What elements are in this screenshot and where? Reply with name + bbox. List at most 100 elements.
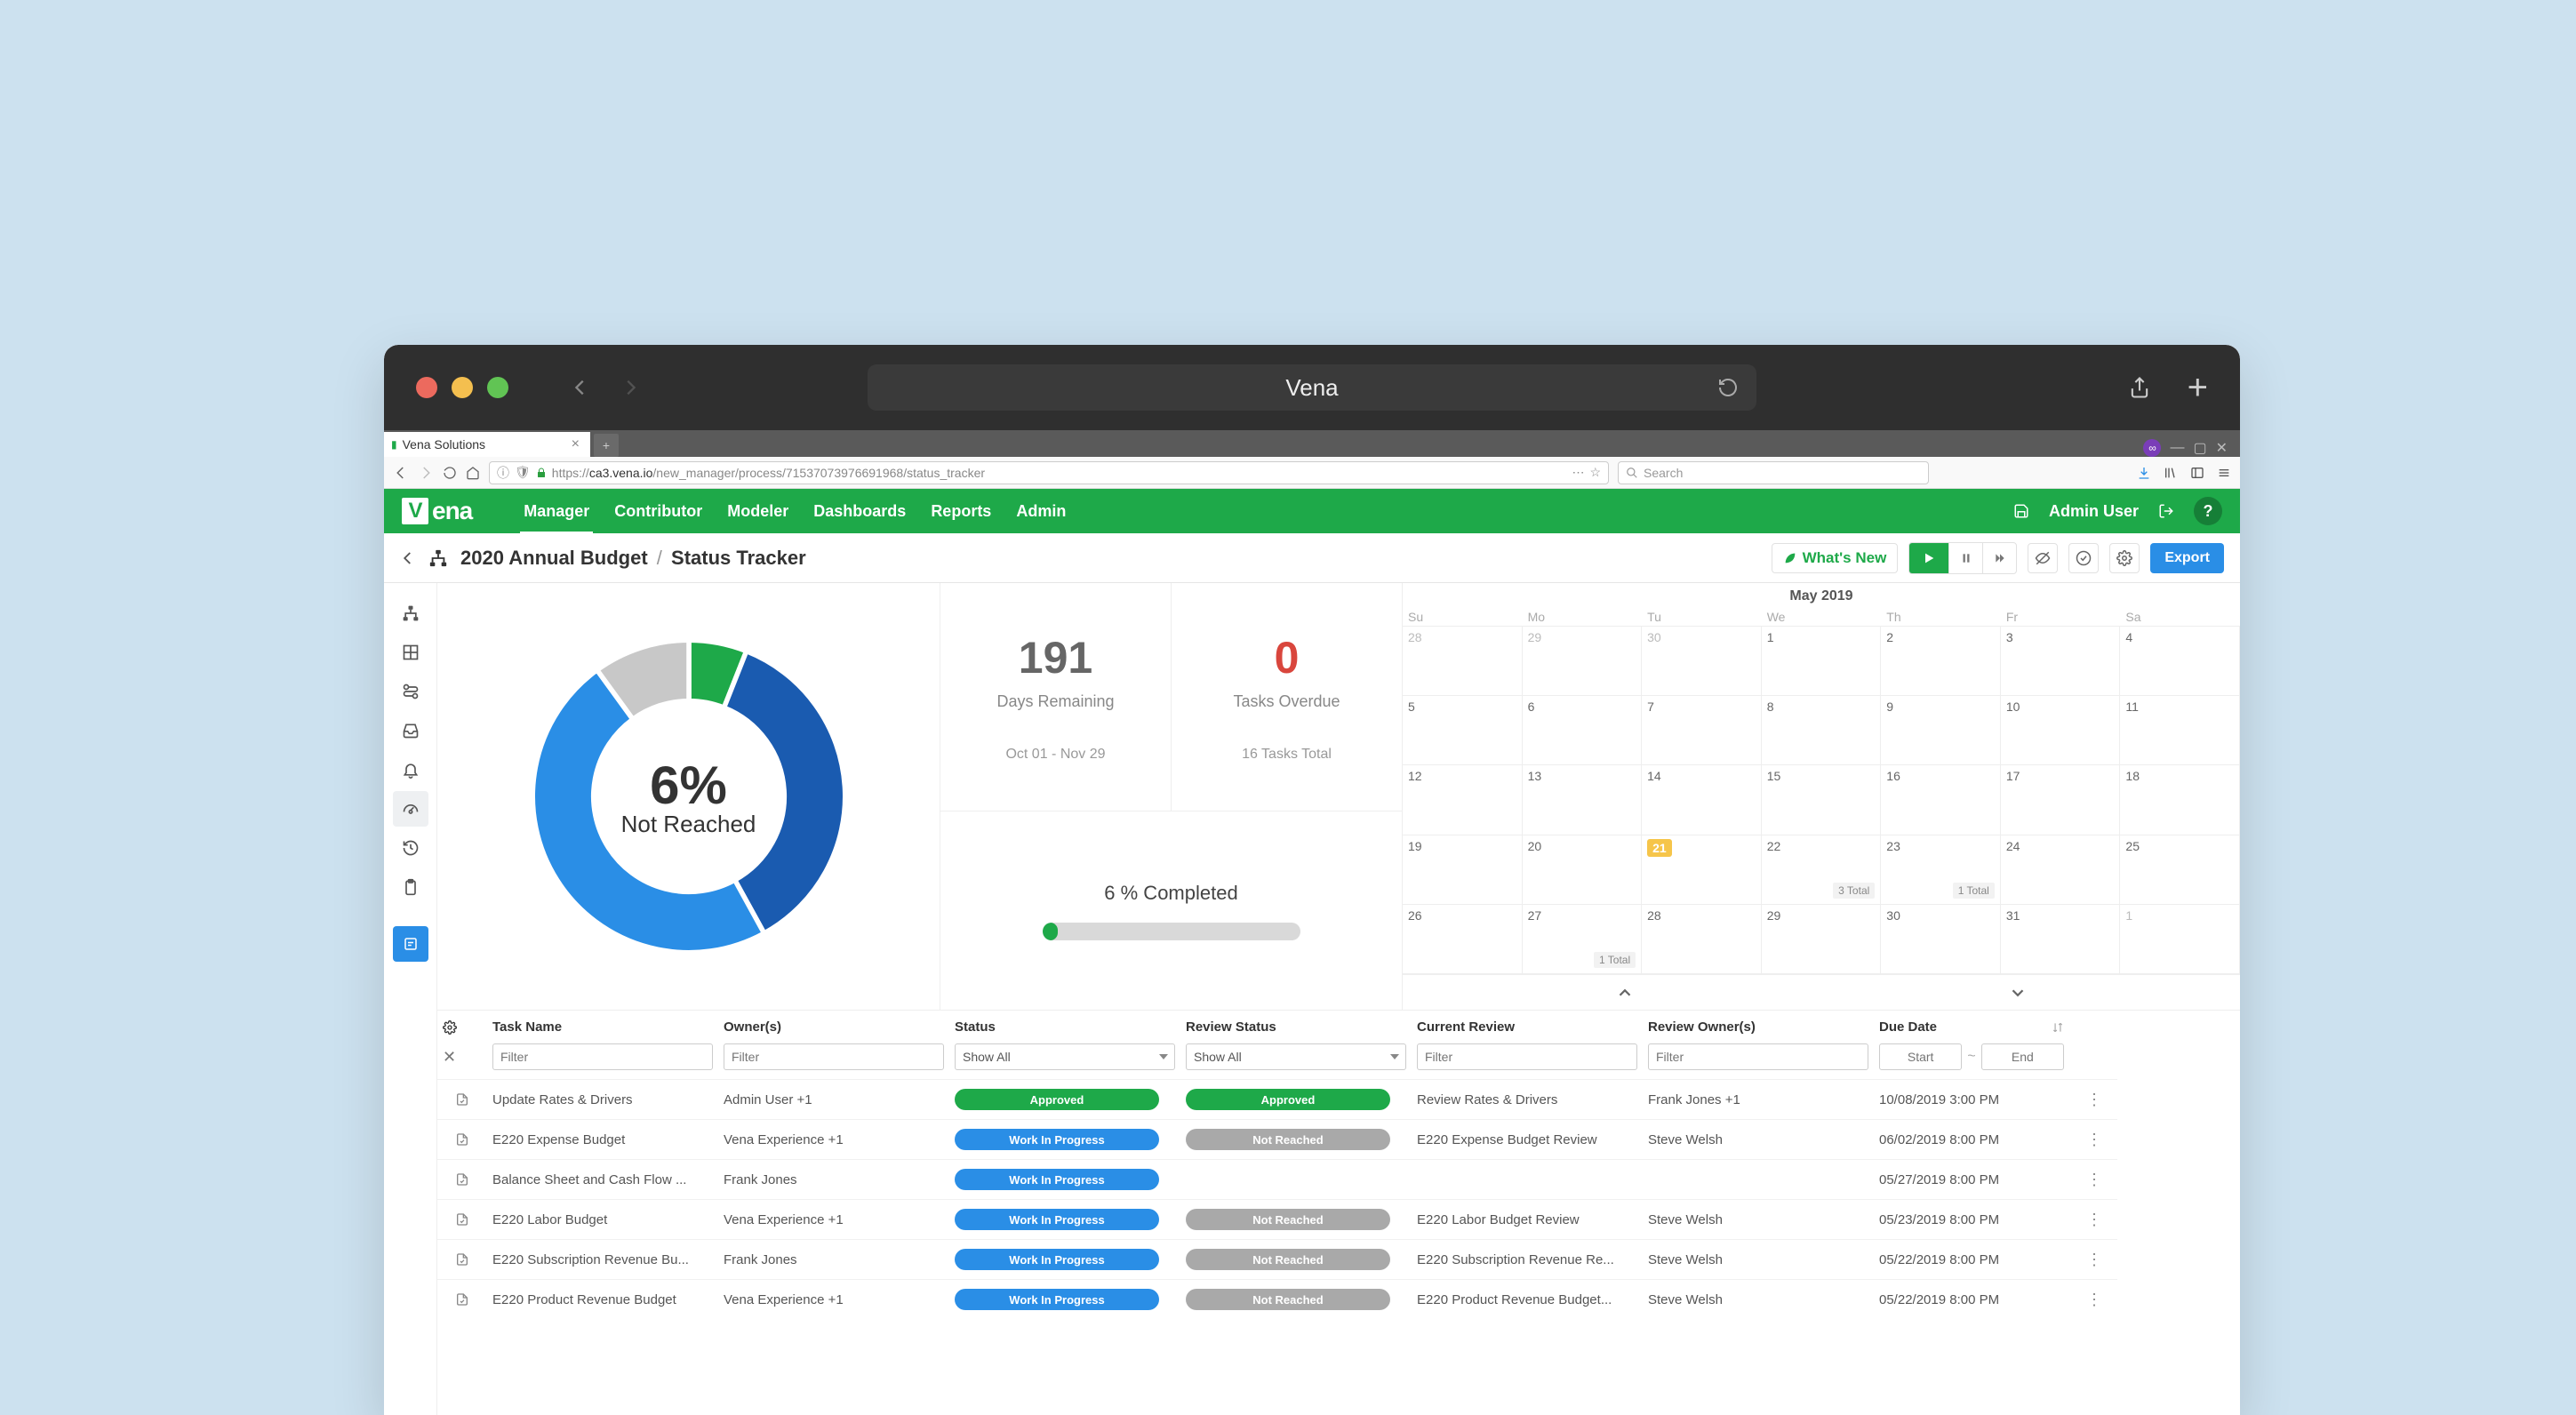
url-input[interactable]: ⓘ 🛡 https://ca3.vena.io/new_manager/proc…	[489, 461, 1609, 484]
sidebar-item-gauge[interactable]	[393, 791, 428, 827]
skip-button[interactable]	[1982, 543, 2016, 573]
calendar-cell[interactable]: 271 Total	[1523, 905, 1643, 974]
whats-new-button[interactable]: What's New	[1772, 543, 1899, 573]
logout-icon[interactable]	[2158, 503, 2174, 519]
url-more-icon[interactable]: ⋯	[1572, 465, 1584, 480]
row-actions[interactable]: ⋮	[2069, 1079, 2117, 1119]
calendar-total-badge[interactable]: 3 Total	[1833, 883, 1875, 899]
visibility-icon[interactable]	[2028, 543, 2058, 573]
column-header-current-review[interactable]: Current Review	[1412, 1011, 1643, 1043]
history-back-icon[interactable]	[571, 375, 590, 400]
info-icon[interactable]: ⓘ	[497, 464, 509, 482]
filter-review-status-select[interactable]: Show All	[1186, 1043, 1406, 1070]
calendar-cell[interactable]: 26	[1403, 905, 1523, 974]
app-logo[interactable]: Vena	[402, 497, 472, 525]
calendar-cell[interactable]: 29	[1762, 905, 1882, 974]
row-actions[interactable]: ⋮	[2069, 1199, 2117, 1239]
sidebar-item-grid[interactable]	[393, 635, 428, 670]
calendar-cell[interactable]: 10	[2001, 696, 2121, 765]
sidebar-item-hierarchy[interactable]	[393, 596, 428, 631]
calendar-cell[interactable]: 31	[2001, 905, 2121, 974]
filter-current-review-input[interactable]	[1417, 1043, 1637, 1070]
calendar-next-icon[interactable]	[2008, 983, 2028, 1003]
calendar-cell[interactable]: 20	[1523, 835, 1643, 905]
filter-due-end-input[interactable]	[1981, 1043, 2064, 1070]
column-header-due[interactable]: Due Date	[1874, 1011, 2069, 1043]
row-actions-icon[interactable]: ⋮	[2086, 1171, 2100, 1189]
table-gear-icon[interactable]	[437, 1011, 487, 1043]
row-actions-icon[interactable]: ⋮	[2086, 1091, 2100, 1109]
calendar-cell[interactable]: 14	[1642, 765, 1762, 835]
row-actions[interactable]: ⋮	[2069, 1119, 2117, 1159]
row-actions[interactable]: ⋮	[2069, 1239, 2117, 1279]
row-actions-icon[interactable]: ⋮	[2086, 1251, 2100, 1269]
play-button[interactable]	[1909, 543, 1948, 573]
filter-review-owner-input[interactable]	[1648, 1043, 1868, 1070]
help-icon[interactable]: ?	[2194, 497, 2222, 525]
calendar-cell[interactable]: 19	[1403, 835, 1523, 905]
nav-item-contributor[interactable]: Contributor	[614, 490, 702, 533]
calendar-cell[interactable]: 3	[2001, 627, 2121, 696]
browser-tab[interactable]: ▮ Vena Solutions ×	[384, 432, 590, 457]
column-header-review-owner[interactable]: Review Owner(s)	[1643, 1011, 1874, 1043]
pause-button[interactable]	[1948, 543, 1982, 573]
gear-icon[interactable]	[2109, 543, 2140, 573]
calendar-cell[interactable]: 4	[2120, 627, 2240, 696]
sort-icon[interactable]	[2052, 1021, 2064, 1034]
calendar-cell[interactable]: 21	[1642, 835, 1762, 905]
column-header-status[interactable]: Status	[949, 1011, 1180, 1043]
row-actions-icon[interactable]: ⋮	[2086, 1211, 2100, 1229]
breadcrumb-root[interactable]: 2020 Annual Budget	[460, 547, 648, 569]
sidebar-item-history[interactable]	[393, 830, 428, 866]
window-close[interactable]	[416, 377, 437, 398]
calendar-prev-icon[interactable]	[1615, 983, 1635, 1003]
sidebar-item-inbox[interactable]	[393, 713, 428, 748]
calendar-cell[interactable]: 28	[1642, 905, 1762, 974]
window-maximize[interactable]	[487, 377, 508, 398]
new-tab-icon[interactable]: +	[2188, 370, 2208, 405]
sidebar-browser-icon[interactable]	[2190, 466, 2204, 480]
calendar-cell[interactable]: 24	[2001, 835, 2121, 905]
row-actions[interactable]: ⋮	[2069, 1159, 2117, 1199]
nav-item-dashboards[interactable]: Dashboards	[813, 490, 906, 533]
export-button[interactable]: Export	[2150, 543, 2224, 573]
calendar-cell[interactable]: 6	[1523, 696, 1643, 765]
calendar-cell[interactable]: 8	[1762, 696, 1882, 765]
row-actions[interactable]: ⋮	[2069, 1279, 2117, 1319]
check-icon[interactable]	[2068, 543, 2099, 573]
filter-status-select[interactable]: Show All	[955, 1043, 1175, 1070]
nav-item-admin[interactable]: Admin	[1016, 490, 1066, 533]
calendar-cell[interactable]: 231 Total	[1881, 835, 2001, 905]
calendar-cell[interactable]: 13	[1523, 765, 1643, 835]
sidebar-item-note[interactable]	[393, 926, 428, 962]
nav-back-icon[interactable]	[393, 465, 409, 481]
row-actions-icon[interactable]: ⋮	[2086, 1131, 2100, 1149]
nav-item-modeler[interactable]: Modeler	[727, 490, 788, 533]
calendar-cell[interactable]: 5	[1403, 696, 1523, 765]
window-action-close-icon[interactable]: ✕	[2216, 439, 2228, 457]
history-forward-icon[interactable]	[620, 375, 640, 400]
container-icon[interactable]: ∞	[2143, 439, 2161, 457]
calendar-cell[interactable]: 29	[1523, 627, 1643, 696]
calendar-cell[interactable]: 30	[1642, 627, 1762, 696]
column-header-review-status[interactable]: Review Status	[1180, 1011, 1412, 1043]
column-header-owner[interactable]: Owner(s)	[718, 1011, 949, 1043]
calendar-cell[interactable]: 223 Total	[1762, 835, 1882, 905]
column-header-task[interactable]: Task Name	[487, 1011, 718, 1043]
calendar-cell[interactable]: 1	[1762, 627, 1882, 696]
window-action-minimize-icon[interactable]: —	[2170, 440, 2184, 456]
calendar-cell[interactable]: 18	[2120, 765, 2240, 835]
home-icon[interactable]	[466, 466, 480, 480]
calendar-cell[interactable]: 15	[1762, 765, 1882, 835]
nav-forward-icon[interactable]	[418, 465, 434, 481]
calendar-total-badge[interactable]: 1 Total	[1594, 952, 1636, 968]
row-actions-icon[interactable]: ⋮	[2086, 1291, 2100, 1309]
reload-icon[interactable]	[1717, 377, 1739, 398]
sidebar-item-clipboard[interactable]	[393, 869, 428, 905]
download-icon[interactable]	[2137, 466, 2151, 480]
shield-icon[interactable]: 🛡	[515, 465, 531, 480]
calendar-cell[interactable]: 30	[1881, 905, 2001, 974]
calendar-cell[interactable]: 9	[1881, 696, 2001, 765]
menu-icon[interactable]	[2217, 466, 2231, 480]
breadcrumb-back-icon[interactable]	[400, 550, 416, 566]
